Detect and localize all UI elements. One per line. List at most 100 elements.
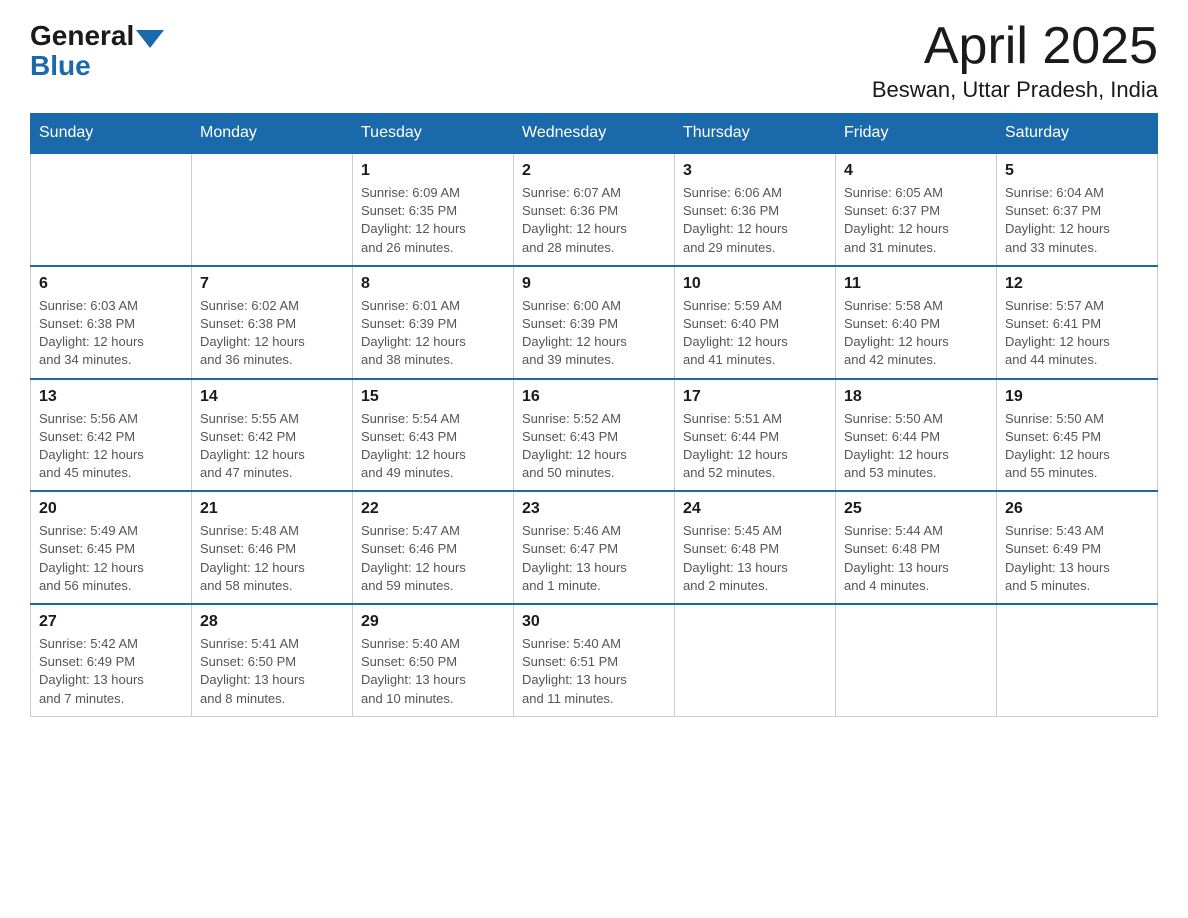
calendar-cell-w2-d5: 10 Sunrise: 5:59 AMSunset: 6:40 PMDayligh… <box>675 266 836 379</box>
day-info: Sunrise: 5:43 AMSunset: 6:49 PMDaylight:… <box>1005 522 1149 595</box>
calendar-cell-w1-d4: 2 Sunrise: 6:07 AMSunset: 6:36 PMDaylight… <box>514 153 675 266</box>
day-info: Sunrise: 5:52 AMSunset: 6:43 PMDaylight:… <box>522 410 666 483</box>
header-wednesday: Wednesday <box>514 114 675 154</box>
day-info: Sunrise: 5:49 AMSunset: 6:45 PMDaylight:… <box>39 522 183 595</box>
calendar-cell-w5-d7 <box>997 604 1158 716</box>
day-number: 12 <box>1005 275 1149 293</box>
day-number: 14 <box>200 388 344 406</box>
header-thursday: Thursday <box>675 114 836 154</box>
day-number: 13 <box>39 388 183 406</box>
day-number: 8 <box>361 275 505 293</box>
day-number: 23 <box>522 500 666 518</box>
day-info: Sunrise: 5:58 AMSunset: 6:40 PMDaylight:… <box>844 297 988 370</box>
day-number: 2 <box>522 162 666 180</box>
calendar-cell-w3-d5: 17Sunrise: 5:51 AMSunset: 6:44 PMDayligh… <box>675 379 836 492</box>
calendar-week-3: 13 Sunrise: 5:56 AMSunset: 6:42 PMDayligh… <box>31 379 1158 492</box>
day-number: 21 <box>200 500 344 518</box>
day-number: 27 <box>39 613 183 631</box>
header-sunday: Sunday <box>31 114 192 154</box>
calendar-cell-w2-d2: 7 Sunrise: 6:02 AMSunset: 6:38 PMDaylight… <box>192 266 353 379</box>
calendar-cell-w2-d4: 9 Sunrise: 6:00 AMSunset: 6:39 PMDaylight… <box>514 266 675 379</box>
day-info: Sunrise: 5:48 AMSunset: 6:46 PMDaylight:… <box>200 522 344 595</box>
logo: General Blue <box>30 20 164 82</box>
month-title: April 2025 <box>872 20 1158 72</box>
day-number: 19 <box>1005 388 1149 406</box>
logo-blue-text: Blue <box>30 50 91 82</box>
day-info: Sunrise: 6:09 AMSunset: 6:35 PMDaylight:… <box>361 184 505 257</box>
calendar-cell-w3-d7: 19 Sunrise: 5:50 AMSunset: 6:45 PMDayligh… <box>997 379 1158 492</box>
day-number: 30 <box>522 613 666 631</box>
day-number: 16 <box>522 388 666 406</box>
day-info: Sunrise: 6:07 AMSunset: 6:36 PMDaylight:… <box>522 184 666 257</box>
calendar-cell-w4-d3: 22Sunrise: 5:47 AMSunset: 6:46 PMDayligh… <box>353 491 514 604</box>
day-number: 9 <box>522 275 666 293</box>
calendar-header-row: Sunday Monday Tuesday Wednesday Thursday… <box>31 114 1158 154</box>
day-info: Sunrise: 6:04 AMSunset: 6:37 PMDaylight:… <box>1005 184 1149 257</box>
calendar-cell-w3-d4: 16 Sunrise: 5:52 AMSunset: 6:43 PMDayligh… <box>514 379 675 492</box>
day-number: 1 <box>361 162 505 180</box>
day-number: 6 <box>39 275 183 293</box>
day-number: 18 <box>844 388 988 406</box>
calendar-week-2: 6 Sunrise: 6:03 AMSunset: 6:38 PMDaylight… <box>31 266 1158 379</box>
calendar-cell-w2-d3: 8 Sunrise: 6:01 AMSunset: 6:39 PMDaylight… <box>353 266 514 379</box>
day-info: Sunrise: 5:40 AMSunset: 6:50 PMDaylight:… <box>361 635 505 708</box>
day-number: 5 <box>1005 162 1149 180</box>
calendar-cell-w4-d1: 20Sunrise: 5:49 AMSunset: 6:45 PMDayligh… <box>31 491 192 604</box>
calendar-cell-w1-d5: 3Sunrise: 6:06 AMSunset: 6:36 PMDaylight… <box>675 153 836 266</box>
calendar-cell-w3-d1: 13 Sunrise: 5:56 AMSunset: 6:42 PMDayligh… <box>31 379 192 492</box>
day-number: 29 <box>361 613 505 631</box>
calendar-cell-w5-d5 <box>675 604 836 716</box>
header-tuesday: Tuesday <box>353 114 514 154</box>
day-number: 4 <box>844 162 988 180</box>
day-info: Sunrise: 6:05 AMSunset: 6:37 PMDaylight:… <box>844 184 988 257</box>
day-info: Sunrise: 5:50 AMSunset: 6:45 PMDaylight:… <box>1005 410 1149 483</box>
day-number: 28 <box>200 613 344 631</box>
logo-general-text: General <box>30 20 134 52</box>
calendar-cell-w5-d6 <box>836 604 997 716</box>
day-info: Sunrise: 6:06 AMSunset: 6:36 PMDaylight:… <box>683 184 827 257</box>
calendar-cell-w3-d6: 18 Sunrise: 5:50 AMSunset: 6:44 PMDayligh… <box>836 379 997 492</box>
calendar-cell-w1-d2 <box>192 153 353 266</box>
day-number: 17 <box>683 388 827 406</box>
calendar-cell-w2-d7: 12 Sunrise: 5:57 AMSunset: 6:41 PMDayligh… <box>997 266 1158 379</box>
day-info: Sunrise: 5:46 AMSunset: 6:47 PMDaylight:… <box>522 522 666 595</box>
calendar-cell-w4-d4: 23 Sunrise: 5:46 AMSunset: 6:47 PMDayligh… <box>514 491 675 604</box>
day-number: 10 <box>683 275 827 293</box>
title-section: April 2025 Beswan, Uttar Pradesh, India <box>872 20 1158 103</box>
calendar-cell-w1-d1 <box>31 153 192 266</box>
calendar-cell-w2-d1: 6 Sunrise: 6:03 AMSunset: 6:38 PMDaylight… <box>31 266 192 379</box>
day-number: 11 <box>844 275 988 293</box>
day-info: Sunrise: 6:03 AMSunset: 6:38 PMDaylight:… <box>39 297 183 370</box>
calendar-cell-w4-d7: 26Sunrise: 5:43 AMSunset: 6:49 PMDayligh… <box>997 491 1158 604</box>
day-info: Sunrise: 5:55 AMSunset: 6:42 PMDaylight:… <box>200 410 344 483</box>
day-info: Sunrise: 5:42 AMSunset: 6:49 PMDaylight:… <box>39 635 183 708</box>
day-number: 24 <box>683 500 827 518</box>
calendar-cell-w5-d4: 30 Sunrise: 5:40 AMSunset: 6:51 PMDayligh… <box>514 604 675 716</box>
calendar-cell-w1-d7: 5 Sunrise: 6:04 AMSunset: 6:37 PMDaylight… <box>997 153 1158 266</box>
calendar-cell-w3-d2: 14 Sunrise: 5:55 AMSunset: 6:42 PMDayligh… <box>192 379 353 492</box>
day-info: Sunrise: 6:01 AMSunset: 6:39 PMDaylight:… <box>361 297 505 370</box>
calendar-cell-w4-d6: 25Sunrise: 5:44 AMSunset: 6:48 PMDayligh… <box>836 491 997 604</box>
calendar-cell-w4-d5: 24 Sunrise: 5:45 AMSunset: 6:48 PMDayligh… <box>675 491 836 604</box>
calendar-cell-w2-d6: 11 Sunrise: 5:58 AMSunset: 6:40 PMDayligh… <box>836 266 997 379</box>
calendar-week-4: 20Sunrise: 5:49 AMSunset: 6:45 PMDayligh… <box>31 491 1158 604</box>
day-number: 25 <box>844 500 988 518</box>
day-info: Sunrise: 5:50 AMSunset: 6:44 PMDaylight:… <box>844 410 988 483</box>
calendar-cell-w5-d3: 29 Sunrise: 5:40 AMSunset: 6:50 PMDayligh… <box>353 604 514 716</box>
day-info: Sunrise: 5:40 AMSunset: 6:51 PMDaylight:… <box>522 635 666 708</box>
day-info: Sunrise: 5:45 AMSunset: 6:48 PMDaylight:… <box>683 522 827 595</box>
calendar-cell-w5-d1: 27 Sunrise: 5:42 AMSunset: 6:49 PMDayligh… <box>31 604 192 716</box>
header-monday: Monday <box>192 114 353 154</box>
calendar-table: Sunday Monday Tuesday Wednesday Thursday… <box>30 113 1158 717</box>
day-info: Sunrise: 5:41 AMSunset: 6:50 PMDaylight:… <box>200 635 344 708</box>
day-info: Sunrise: 5:59 AMSunset: 6:40 PMDaylight:… <box>683 297 827 370</box>
day-info: Sunrise: 5:57 AMSunset: 6:41 PMDaylight:… <box>1005 297 1149 370</box>
day-number: 7 <box>200 275 344 293</box>
day-info: Sunrise: 5:56 AMSunset: 6:42 PMDaylight:… <box>39 410 183 483</box>
calendar-cell-w3-d3: 15Sunrise: 5:54 AMSunset: 6:43 PMDayligh… <box>353 379 514 492</box>
logo-triangle-icon <box>136 30 164 48</box>
day-number: 15 <box>361 388 505 406</box>
day-info: Sunrise: 6:00 AMSunset: 6:39 PMDaylight:… <box>522 297 666 370</box>
day-info: Sunrise: 6:02 AMSunset: 6:38 PMDaylight:… <box>200 297 344 370</box>
calendar-cell-w1-d6: 4 Sunrise: 6:05 AMSunset: 6:37 PMDaylight… <box>836 153 997 266</box>
